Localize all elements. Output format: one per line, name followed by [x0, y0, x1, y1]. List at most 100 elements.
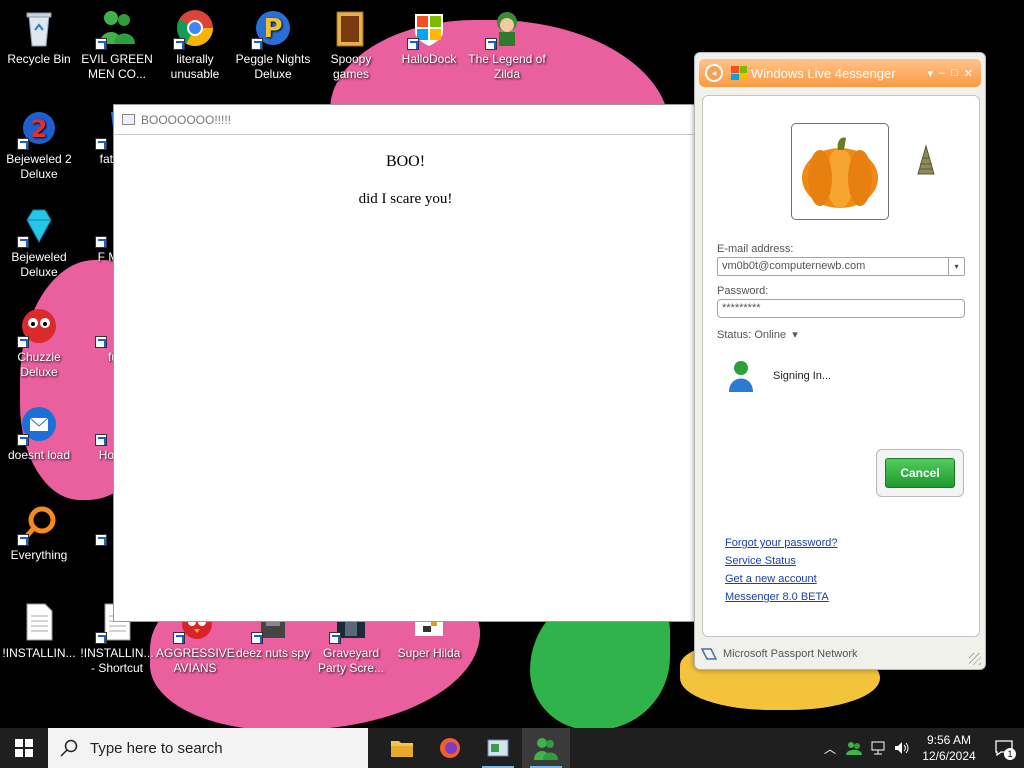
popup-titlebar[interactable]: BOOOOOOO!!!!!: [114, 105, 697, 135]
desktop-icon-hallodock[interactable]: HalloDock: [390, 8, 468, 67]
desktop-icon-spoopy-games[interactable]: Spoopy games: [312, 8, 390, 82]
pumpkin-icon: [802, 137, 878, 208]
desktop-icon-bejeweled[interactable]: Bejeweled Deluxe: [0, 206, 78, 280]
service-status-link[interactable]: Service Status: [725, 552, 838, 570]
popup-content: BOO! did I scare you!: [114, 153, 697, 208]
start-button[interactable]: [0, 728, 48, 768]
taskbar-search-box[interactable]: Type here to search: [48, 728, 368, 768]
desktop-icon-label: Bejeweled 2 Deluxe: [6, 152, 72, 181]
windows-flag-icon: [731, 66, 747, 80]
passport-text: Microsoft Passport Network: [723, 648, 858, 660]
zilda-icon: [485, 8, 527, 50]
svg-text:P: P: [263, 14, 282, 44]
desktop-icon-bejeweled-2[interactable]: 2 Bejeweled 2 Deluxe: [0, 108, 78, 182]
email-label: E-mail address:: [717, 243, 794, 255]
volume-icon[interactable]: [890, 728, 914, 768]
search-icon: [60, 739, 78, 757]
password-label: Password:: [717, 285, 769, 297]
desktop-icon-chuzzle[interactable]: Chuzzle Deluxe: [0, 306, 78, 380]
chrome-icon: [173, 8, 215, 50]
butterfly-icon: [917, 144, 935, 175]
chuzzle-icon: [17, 306, 59, 348]
svg-text:2: 2: [31, 115, 48, 143]
messenger-window: ◂ Windows Live 4essenger ▾ – □ ✕ E-mail …: [694, 52, 986, 670]
desktop-icon-installing[interactable]: !INSTALLIN...: [0, 602, 78, 661]
firefox-icon: [440, 738, 460, 758]
status-label: Status:: [717, 329, 752, 341]
email-value: vm0b0t@computernewb.com: [722, 260, 866, 272]
cancel-button-frame: Cancel: [876, 449, 964, 497]
msn-buddy-icon: [729, 361, 753, 392]
password-field[interactable]: *********: [717, 299, 965, 318]
peggle-icon: P: [251, 8, 293, 50]
desktop-icon-evil-green-men[interactable]: EVIL GREEN MEN CO...: [78, 8, 156, 82]
desktop-icon-label: Graveyard Party Scre...: [317, 646, 385, 675]
help-links: Forgot your password? Service Status Get…: [725, 534, 838, 606]
network-icon[interactable]: [866, 728, 890, 768]
desktop-icon-label: EVIL GREEN MEN CO...: [81, 52, 153, 81]
desktop-icon-recycle-bin[interactable]: Recycle Bin: [0, 8, 78, 67]
desktop-icon-label: Recycle Bin: [7, 52, 71, 66]
chevron-down-icon[interactable]: ▾: [948, 258, 964, 275]
taskbar-popup-app[interactable]: [474, 728, 522, 768]
notification-button[interactable]: 1: [984, 728, 1024, 768]
messenger-menu-icon[interactable]: ◂: [705, 64, 723, 82]
desktop-icon-label: HalloDock: [401, 52, 457, 66]
msn-buddies-icon: [95, 8, 137, 50]
desktop-icon-label: Peggle Nights Deluxe: [235, 52, 311, 81]
new-account-link[interactable]: Get a new account: [725, 570, 838, 588]
taskbar-file-explorer[interactable]: [378, 728, 426, 768]
scare-text: did I scare you!: [358, 191, 453, 207]
desktop-icon-label: deez nuts spy: [235, 646, 311, 660]
taskbar-firefox[interactable]: [426, 728, 474, 768]
desktop-icon-everything[interactable]: Everything: [0, 504, 78, 563]
email-field[interactable]: vm0b0t@computernewb.com ▾: [717, 257, 965, 276]
notification-badge: 1: [1004, 748, 1016, 760]
desktop-icon-literally-unusable[interactable]: literally unusable: [156, 8, 234, 82]
system-tray: ︿ 9:56 AM 12/6/2024 1: [818, 728, 1024, 768]
signing-in-indicator: Signing In...: [727, 360, 831, 392]
dropdown-icon[interactable]: ▾: [927, 67, 933, 80]
boo-text: BOO!: [385, 153, 426, 170]
popup-title: BOOOOOOO!!!!!: [141, 112, 232, 127]
forgot-password-link[interactable]: Forgot your password?: [725, 534, 838, 552]
desktop-icon-label: Spoopy games: [330, 52, 372, 81]
desktop-icon-label: Chuzzle Deluxe: [17, 350, 61, 379]
search-placeholder: Type here to search: [90, 739, 223, 757]
file-explorer-icon: [391, 741, 413, 757]
taskbar: Type here to search ︿ 9:56 AM 12/6/2024 …: [0, 728, 1024, 768]
desktop-icon-label: Bejeweled Deluxe: [11, 250, 67, 279]
desktop-icon-label: Super Hilda: [397, 646, 461, 660]
desktop-icon-doesnt-load[interactable]: doesnt load: [0, 404, 78, 463]
taskbar-clock[interactable]: 9:56 AM 12/6/2024: [914, 732, 984, 764]
msn-buddies-icon: [534, 738, 558, 760]
desktop-icon-label: AGGRESSIVE AVIANS: [156, 646, 235, 675]
clock-date: 12/6/2024: [922, 749, 976, 763]
window-controls: ▾ – □ ✕: [927, 67, 981, 80]
msn-tray-icon[interactable]: [842, 728, 866, 768]
recycle-bin-icon: [19, 8, 59, 48]
text-file-icon: [19, 602, 59, 642]
chevron-down-icon: ▾: [789, 329, 798, 341]
messenger-titlebar[interactable]: ◂ Windows Live 4essenger ▾ – □ ✕: [699, 59, 981, 87]
display-picture[interactable]: [791, 123, 889, 220]
taskbar-messenger[interactable]: [522, 728, 570, 768]
windows-logo-icon: [15, 739, 33, 757]
desktop-icon-peggle-nights[interactable]: P Peggle Nights Deluxe: [234, 8, 312, 82]
cancel-button[interactable]: Cancel: [885, 458, 955, 488]
resize-grip[interactable]: [969, 653, 981, 665]
desktop-icon-legend-of-zilda[interactable]: The Legend of Zilda: [468, 8, 546, 82]
minimize-icon[interactable]: –: [939, 67, 945, 80]
desktop-icon-label: literally unusable: [170, 52, 220, 81]
chevron-up-icon[interactable]: ︿: [818, 728, 842, 768]
bejeweled2-icon: 2: [17, 108, 59, 150]
window-app-icon: [122, 114, 135, 125]
maximize-icon[interactable]: □: [951, 67, 958, 80]
password-value: *********: [722, 302, 761, 314]
desktop-icon-label: The Legend of Zilda: [468, 52, 546, 81]
desktop-icon-label: Everything: [10, 548, 68, 562]
status-selector[interactable]: Status: Online ▾: [717, 328, 798, 341]
close-icon[interactable]: ✕: [964, 67, 973, 80]
desktop-icon-label: !INSTALLIN... - Shortcut: [80, 646, 154, 675]
messenger-beta-link[interactable]: Messenger 8.0 BETA: [725, 588, 838, 606]
